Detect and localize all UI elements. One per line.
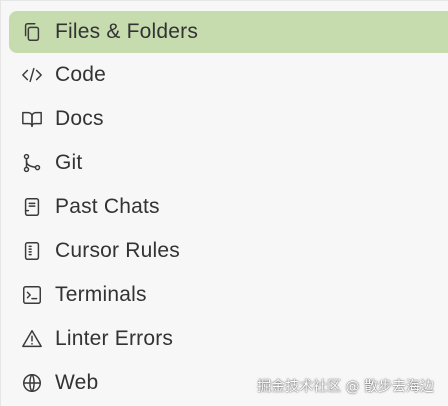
menu-item-code[interactable]: Code [9,53,448,97]
menu-item-label: Linter Errors [55,327,174,350]
terminal-icon [21,284,43,306]
rules-document-icon [21,240,43,262]
menu-item-docs[interactable]: Docs [9,97,448,141]
menu-item-label: Git [55,151,83,174]
menu-item-linter-errors[interactable]: Linter Errors [9,317,448,361]
menu-item-label: Terminals [55,283,147,306]
context-menu: Files & Folders Code Docs Git Past Chats… [9,11,448,405]
menu-item-terminals[interactable]: Terminals [9,273,448,317]
menu-item-label: Past Chats [55,195,160,218]
menu-item-label: Code [55,63,107,86]
warning-triangle-icon [21,328,43,350]
git-branch-icon [21,152,43,174]
context-menu-panel: Files & Folders Code Docs Git Past Chats… [0,0,448,406]
menu-item-label: Web [55,371,99,394]
code-brackets-icon [21,64,43,86]
menu-item-label: Cursor Rules [55,239,180,262]
menu-item-git[interactable]: Git [9,141,448,185]
open-book-icon [21,108,43,130]
watermark-text: 掘金技术社区 @ 散步去海边 [257,379,434,395]
menu-item-cursor-rules[interactable]: Cursor Rules [9,229,448,273]
menu-item-label: Docs [55,107,104,130]
copy-files-icon [21,21,43,43]
menu-item-label: Files & Folders [55,20,199,43]
globe-icon [21,372,43,394]
chat-notebook-icon [21,196,43,218]
menu-item-files-folders[interactable]: Files & Folders [9,11,448,53]
menu-item-past-chats[interactable]: Past Chats [9,185,448,229]
